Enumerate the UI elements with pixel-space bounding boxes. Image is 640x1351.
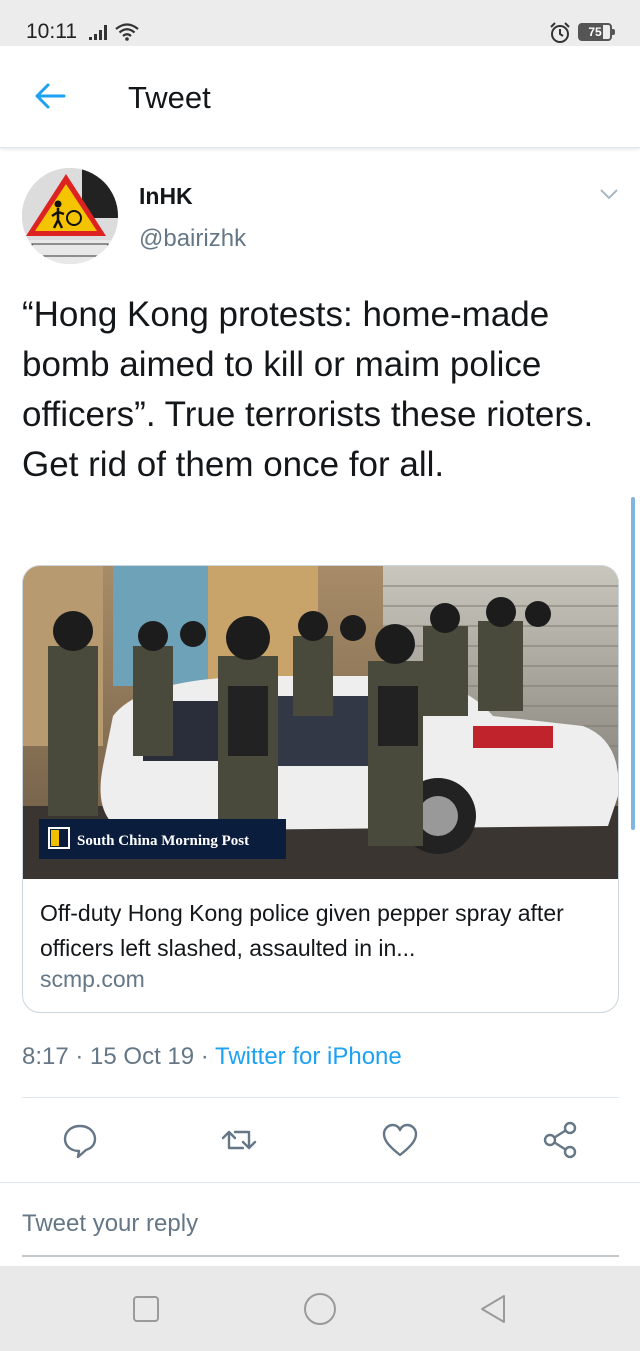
- recents-icon[interactable]: [129, 1292, 163, 1326]
- author-handle[interactable]: @bairizhk: [139, 225, 246, 253]
- arrow-left-icon[interactable]: [30, 76, 70, 116]
- top-app-bar: Tweet: [0, 46, 640, 148]
- page-title: Tweet: [128, 80, 211, 115]
- tweet-source-link[interactable]: Twitter for iPhone: [215, 1043, 402, 1070]
- card-image: South China Morning Post: [23, 566, 618, 879]
- tweet-text: “Hong Kong protests: home-made bomb aime…: [22, 295, 594, 484]
- retweet-icon[interactable]: [219, 1120, 259, 1160]
- tweet-meta: 8:17 · 15 Oct 19 · Twitter for iPhone: [22, 1043, 402, 1071]
- card-title: Off-duty Hong Kong police given pepper s…: [40, 900, 564, 961]
- link-card[interactable]: South China Morning Post Off-duty Hong K…: [22, 565, 619, 1013]
- tweet-timestamp: 8:17 · 15 Oct 19 ·: [22, 1043, 215, 1070]
- battery-percent: 75: [588, 25, 602, 39]
- divider: [22, 1097, 619, 1098]
- avatar-image: [22, 168, 118, 264]
- battery-icon: 75: [578, 23, 615, 41]
- chevron-down-icon[interactable]: [598, 186, 620, 202]
- scrollbar-thumb[interactable]: [631, 497, 635, 830]
- system-nav-bar: [0, 1266, 640, 1351]
- home-icon[interactable]: [303, 1292, 337, 1326]
- battery-tip: [612, 29, 615, 35]
- publisher-badge: South China Morning Post: [77, 833, 249, 849]
- avatar[interactable]: [22, 168, 118, 264]
- reply-bar: Tweet your reply: [0, 1182, 640, 1266]
- heart-icon[interactable]: [380, 1120, 420, 1160]
- status-time: 10:11: [26, 20, 77, 43]
- reply-input-underline: [22, 1255, 619, 1257]
- reply-icon[interactable]: [60, 1120, 100, 1160]
- author-name[interactable]: InHK: [139, 183, 193, 210]
- signal-icon: [89, 25, 107, 40]
- back-icon[interactable]: [476, 1292, 510, 1326]
- share-icon[interactable]: [540, 1120, 580, 1160]
- status-bar: 10:11 75: [0, 0, 640, 46]
- card-domain: scmp.com: [40, 966, 145, 992]
- alarm-icon: [550, 22, 570, 43]
- reply-input[interactable]: Tweet your reply: [22, 1210, 198, 1238]
- wifi-icon: [115, 23, 139, 41]
